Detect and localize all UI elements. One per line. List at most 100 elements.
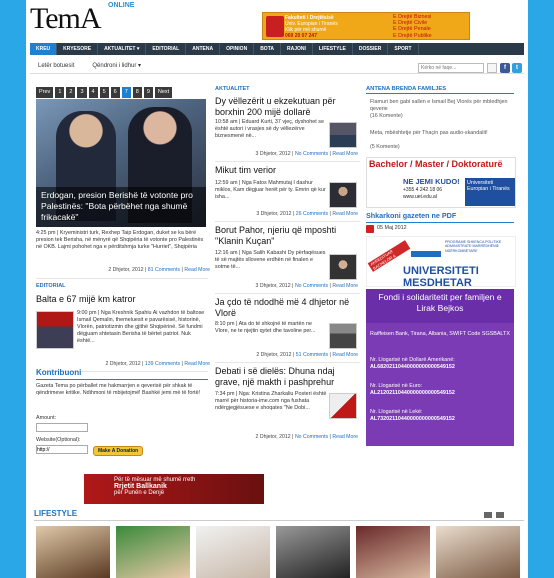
editorial-thumb[interactable]: [36, 311, 74, 349]
amount-input[interactable]: [36, 423, 88, 432]
article-title[interactable]: Dy vëllezërit u ekzekutuan për borxhin 2…: [215, 96, 359, 118]
article-meta: 2 Dhjetor, 2012 | No Comments | Read Mor…: [255, 434, 359, 440]
lifestyle-thumb[interactable]: [36, 526, 110, 578]
hero-read-more[interactable]: Read More: [184, 267, 210, 273]
fund-account-iban: AL21202110440000000000549152: [370, 390, 455, 396]
article-meta: 3 Dhjetor, 2012 | No Comments | Read Mor…: [255, 283, 359, 289]
nav-item-kryesore[interactable]: KRYESORE: [57, 43, 99, 55]
lifestyle-thumb[interactable]: [356, 526, 430, 578]
ship-icon: [411, 240, 441, 264]
uet-ad-logo: Universiteti Europian i Tiranës: [465, 178, 515, 206]
page: TemA ONLINE Fakulteti i Drejtësisë Univ.…: [26, 0, 528, 578]
editorial-date: 2 Dhjetor, 2012 |: [105, 361, 144, 367]
nav-item-kreu[interactable]: KREU: [30, 43, 58, 55]
nav-item-aktualitet[interactable]: AKTUALITET ▾: [98, 43, 147, 55]
article-excerpt: 8:10 pm | Ata do të shkojnë të martën ne…: [215, 321, 316, 334]
mesdhetar-ad[interactable]: AKREDITUAR BACHELOR & MASTER PROGRAME SH…: [366, 236, 516, 289]
article-title[interactable]: Debati i së dielës: Dhuna ndaj grave, nj…: [215, 366, 359, 388]
lifestyle-thumb[interactable]: [196, 526, 270, 578]
pager-page[interactable]: 1: [55, 87, 65, 98]
article-comments-link[interactable]: No Comments: [295, 434, 328, 440]
nav-item-rajoni[interactable]: RAJONI: [281, 43, 313, 55]
subnav-letter-link[interactable]: Letër botuesit: [38, 63, 74, 69]
pager-page-current[interactable]: 7: [121, 87, 131, 98]
nav-item-sport[interactable]: SPORT: [388, 43, 419, 55]
antena-item[interactable]: Flamuri ben gabi sallen e Ismail Bej Vlo…: [370, 99, 515, 113]
pager-page[interactable]: 3: [77, 87, 87, 98]
article-title[interactable]: Ja çdo të ndodhë më 4 dhjetor në Vlorë: [215, 297, 359, 319]
fund-account-label: Nr. Llogarisë në Lekë:: [370, 409, 423, 415]
hero-slide[interactable]: Erdogan, presion Berishë të votonte pro …: [36, 99, 206, 227]
camera-icon[interactable]: [484, 512, 492, 518]
pager-page[interactable]: 2: [66, 87, 76, 98]
aktualitet-label[interactable]: AKTUALITET: [215, 86, 250, 92]
hero-excerpt: 4:25 pm | Kryeministri turk, Rexhep Taip…: [36, 230, 204, 250]
nav-item-dossier[interactable]: DOSSIER: [353, 43, 389, 55]
nav-item-editorial[interactable]: EDITORIAL: [146, 43, 187, 55]
pdf-date[interactable]: 05 Maj 2012: [377, 225, 407, 232]
article-thumb[interactable]: [329, 182, 357, 208]
antena-item[interactable]: Meta, mbështetje për Thaçin pas audio-sk…: [370, 130, 515, 137]
search-button[interactable]: [487, 63, 497, 73]
lifestyle-thumb[interactable]: [276, 526, 350, 578]
nav-item-lifestyle[interactable]: LIFESTYLE: [313, 43, 353, 55]
website-input[interactable]: [36, 445, 88, 454]
article-read-more[interactable]: Read More: [332, 352, 358, 358]
ad-crest-logo: [266, 16, 284, 37]
editorial-title[interactable]: Balta e 67 mijë km katror: [36, 294, 208, 305]
fund-account-label: Nr. Llogarisë në Euro:: [370, 383, 423, 389]
article-read-more[interactable]: Read More: [332, 434, 358, 440]
nav-item-bota[interactable]: BOTA: [254, 43, 281, 55]
amount-label: Amount:: [36, 415, 57, 421]
article-comments-link[interactable]: 51 Comments: [296, 352, 328, 358]
article-comments-link[interactable]: No Comments: [295, 283, 328, 289]
pdf-icon[interactable]: [366, 225, 374, 233]
nav-item-antena[interactable]: ANTENA: [186, 43, 221, 55]
donate-button[interactable]: Make A Donation: [93, 446, 144, 456]
twitter-icon[interactable]: t: [512, 63, 522, 73]
pager-prev[interactable]: Prev: [36, 87, 54, 98]
lifestyle-thumb[interactable]: [436, 526, 520, 578]
article-thumb[interactable]: [329, 254, 357, 280]
pager-page[interactable]: 4: [88, 87, 98, 98]
subnav-connected-link[interactable]: Qëndroni i lidhur ▾: [92, 62, 141, 69]
hero-comments-link[interactable]: 81 Comments: [148, 267, 180, 273]
uet-ad-banner[interactable]: Bachelor / Master / Doktoraturë NE JEMI …: [366, 157, 516, 208]
hero-caption[interactable]: Erdogan, presion Berishë të votonte pro …: [36, 187, 206, 227]
site-logo[interactable]: TemA: [30, 2, 102, 36]
article-thumb[interactable]: [329, 122, 357, 148]
contrib-text: Gazeta Tema po përballet me hakmarrjen e…: [36, 383, 201, 396]
pdf-label[interactable]: Shkarkoni gazeten ne PDF: [366, 211, 514, 223]
article-comments-link[interactable]: No Comments: [295, 151, 328, 157]
article-thumb[interactable]: [329, 323, 357, 349]
pager-page[interactable]: 8: [132, 87, 142, 98]
facebook-icon[interactable]: f: [500, 63, 510, 73]
pager-page[interactable]: 5: [99, 87, 109, 98]
header-ad-banner[interactable]: Fakulteti i Drejtësisë Univ. Europian i …: [262, 12, 470, 40]
article-thumb[interactable]: [329, 393, 357, 419]
mesdhetar-desc: PROGRAME SHKENCA POLITIKE ADMINISTRATE M…: [445, 240, 502, 253]
lifestyle-thumb[interactable]: [116, 526, 190, 578]
article-read-more[interactable]: Read More: [332, 211, 358, 217]
ad-item: E Drejtë Publike: [393, 32, 432, 39]
article-title[interactable]: Borut Pahor, njeriu që mposhti "Klanin K…: [215, 225, 359, 247]
pager-page[interactable]: 6: [110, 87, 120, 98]
main-nav: KREU KRYESORE AKTUALITET ▾ EDITORIAL ANT…: [30, 43, 524, 55]
article-title[interactable]: Mikut tim verior: [215, 165, 359, 176]
balkan-network-banner[interactable]: Për të mësuar më shumë rreth Rrjetit Bal…: [84, 474, 264, 504]
editorial-read-more[interactable]: Read More: [184, 361, 210, 367]
pager-next[interactable]: Next: [154, 87, 173, 98]
search-input[interactable]: [418, 63, 484, 73]
video-icon[interactable]: [496, 512, 504, 518]
hero-date: 2 Dhjetor, 2012 |: [108, 267, 147, 273]
article-read-more[interactable]: Read More: [332, 283, 358, 289]
editorial-comments-link[interactable]: 139 Comments: [145, 361, 180, 367]
editorial-label[interactable]: EDITORIAL: [36, 283, 66, 289]
article-comments-link[interactable]: 26 Comments: [296, 211, 328, 217]
antena-label[interactable]: ANTENA BRENDA FAMILJES: [366, 86, 514, 94]
pager-page[interactable]: 9: [143, 87, 153, 98]
contrib-title: Kontribuoni: [36, 368, 82, 377]
article-read-more[interactable]: Read More: [332, 151, 358, 157]
article-date: 3 Dhjetor, 2012 |: [255, 151, 294, 157]
nav-item-opinion[interactable]: OPINION: [220, 43, 255, 55]
